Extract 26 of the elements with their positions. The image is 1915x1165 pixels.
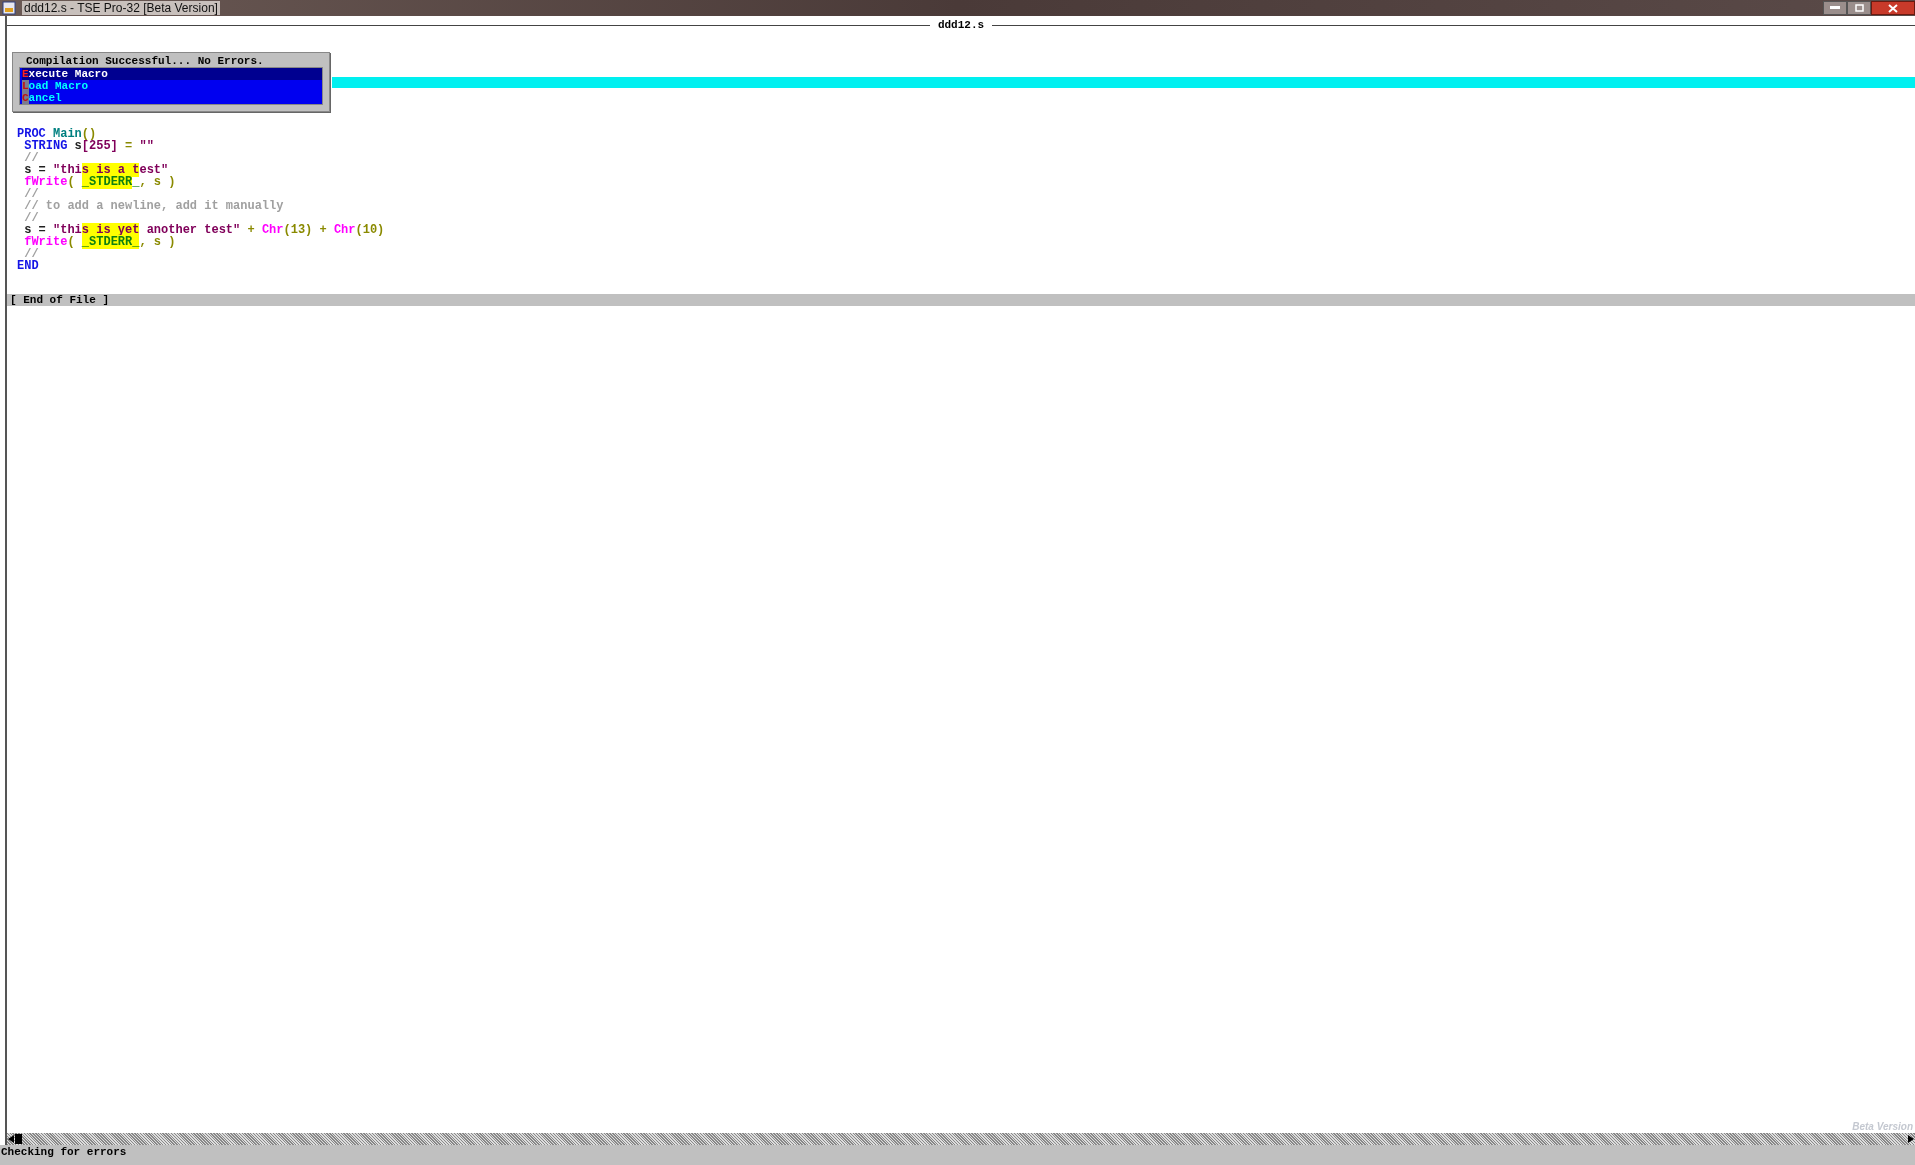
dialog-title: Compilation Successful... No Errors. — [25, 55, 265, 67]
scroll-right-icon — [1907, 1133, 1915, 1145]
menu-item[interactable]: Load Macro — [22, 80, 322, 92]
end-of-file-bar: [ End of File ] — [7, 294, 1915, 306]
scroll-left-icon — [7, 1133, 23, 1145]
menu-item[interactable]: Cancel — [22, 92, 322, 104]
code-line: // — [23, 188, 39, 200]
app-icon — [2, 1, 16, 15]
window-title: ddd12.s - TSE Pro-32 [Beta Version] — [22, 1, 220, 15]
editor-title: ddd12.s — [936, 19, 986, 31]
code-line: // — [24, 248, 39, 260]
code-line: END — [17, 260, 39, 272]
maximize-icon — [1854, 4, 1864, 12]
maximize-button[interactable] — [1847, 1, 1871, 15]
menu-item[interactable]: Execute Macro — [22, 68, 322, 80]
close-button[interactable] — [1871, 1, 1915, 15]
code-line: PROC Main() — [17, 128, 97, 140]
beta-version-label: Beta Version — [1852, 1121, 1913, 1133]
code-line: STRING s[255] = "" — [23, 140, 154, 152]
code-line: // — [23, 212, 39, 224]
minimize-button[interactable] — [1823, 1, 1847, 15]
code-line: // to add a newline, add it manually — [23, 200, 284, 212]
close-icon — [1888, 3, 1898, 13]
minimize-icon — [1830, 6, 1840, 10]
status-text: Checking for errors — [0, 1145, 127, 1159]
code-line: // — [23, 152, 39, 164]
